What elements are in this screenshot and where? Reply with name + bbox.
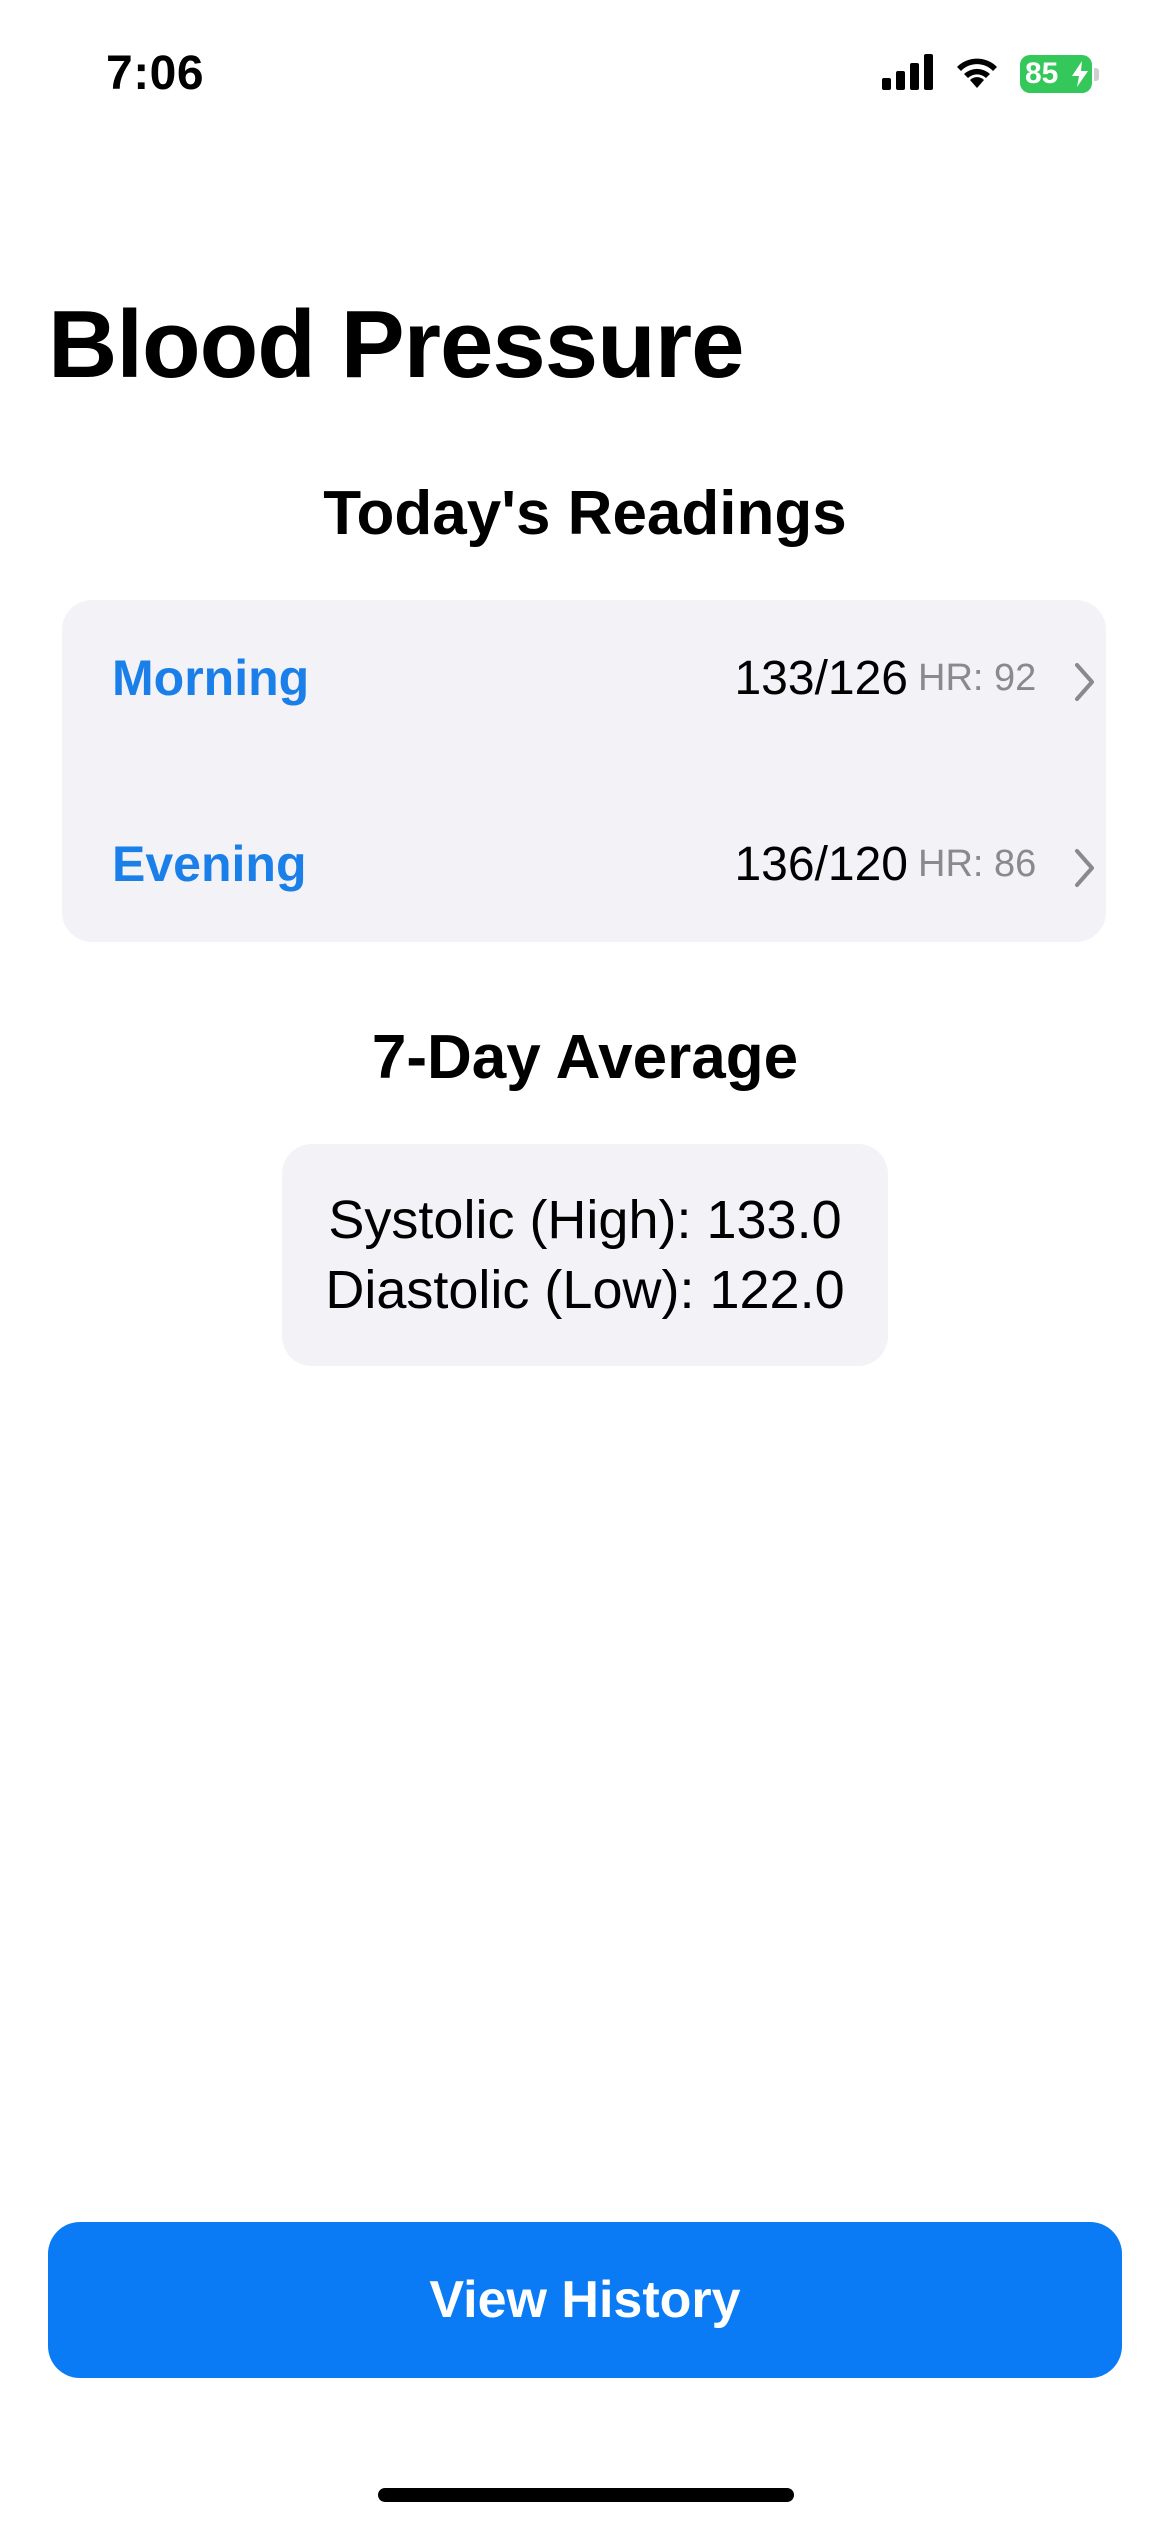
battery-level: 85 bbox=[1025, 57, 1059, 90]
battery-charging-icon: 85 bbox=[1020, 55, 1099, 93]
todays-readings-heading: Today's Readings bbox=[323, 479, 847, 548]
diastolic-average: Diastolic (Low): 122.0 bbox=[325, 1260, 845, 1320]
systolic-average: Systolic (High): 133.0 bbox=[328, 1190, 842, 1250]
wifi-icon bbox=[952, 54, 1002, 95]
reading-row-morning[interactable]: Morning 133/126 HR: 92 bbox=[0, 618, 1170, 738]
heart-rate-evening: HR: 86 bbox=[918, 842, 1037, 885]
status-time: 7:06 bbox=[106, 47, 205, 100]
bolt-icon bbox=[1072, 61, 1088, 87]
reading-value-morning: 133/126 bbox=[734, 651, 908, 705]
chevron-right-icon bbox=[1075, 663, 1094, 701]
cellular-signal-icon bbox=[882, 53, 934, 95]
average-card: Systolic (High): 133.0 Diastolic (Low): … bbox=[282, 1144, 888, 1366]
reading-value-evening: 136/120 bbox=[734, 837, 908, 891]
seven-day-average-heading: 7-Day Average bbox=[371, 1023, 799, 1092]
chevron-right-icon bbox=[1075, 849, 1094, 887]
reading-row-evening[interactable]: Evening 136/120 HR: 86 bbox=[0, 804, 1170, 924]
home-indicator[interactable] bbox=[378, 2488, 794, 2502]
reading-label-morning: Morning bbox=[112, 650, 310, 706]
battery-cap bbox=[1094, 68, 1099, 81]
reading-label-evening: Evening bbox=[112, 836, 307, 892]
status-icons: 85 bbox=[882, 52, 1099, 96]
page-title: Blood Pressure bbox=[48, 291, 745, 398]
view-history-button[interactable]: View History bbox=[48, 2222, 1122, 2378]
heart-rate-morning: HR: 92 bbox=[918, 656, 1037, 699]
